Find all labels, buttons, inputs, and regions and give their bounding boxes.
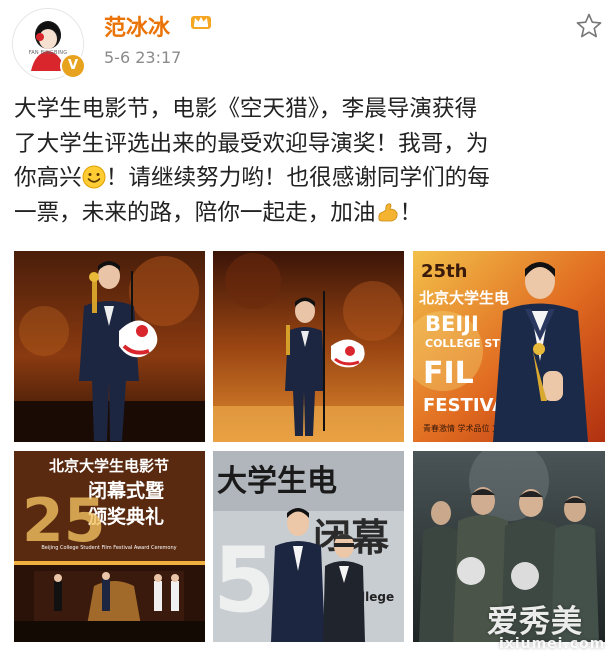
photo-5[interactable]: 大学生电 闭幕 5 llege — [213, 451, 404, 642]
text-line-1: 大学生电影节，电影《空天猎》，李晨导演获得 — [14, 96, 478, 122]
crown-icon — [191, 16, 211, 29]
backdrop-text-cn: 北京大学生电 — [419, 289, 509, 307]
backdrop-text-beiji: BEIJI — [425, 312, 479, 336]
text-line-5: 一票，未来的路，陪你一起走，加油 — [14, 199, 376, 226]
text-line-4: ！请继续努力哟！也很感谢同学们的每 — [105, 165, 490, 191]
photo-3[interactable]: 25th 北京大学生电 BEIJI COLLEGE STU FIL FESTIV… — [413, 251, 605, 442]
watermark-url: ixiumei.com — [499, 636, 606, 652]
backdrop-text-5: 5 — [213, 528, 276, 633]
backdrop-text-llege: llege — [361, 590, 394, 604]
star-outline-icon[interactable] — [575, 12, 603, 40]
verified-badge-icon: V — [60, 53, 86, 79]
backdrop-text-college: COLLEGE STU — [425, 337, 509, 350]
text-line-3: 你高兴 — [14, 165, 82, 191]
backdrop-text-festival: FESTIVA — [423, 395, 506, 416]
post-time: 5-6 23:17 — [104, 48, 182, 67]
watermark-logo-text: 爱秀美 — [487, 604, 583, 640]
backdrop-text-english: Beijing College Student Film Festival Aw… — [41, 545, 176, 551]
text-line-2: 了大学生评选出来的最受欢迎导演奖！我哥，为 — [14, 130, 489, 157]
backdrop-text-festival-cn: 北京大学生电影节 — [49, 457, 169, 475]
author-name[interactable]: 范冰冰 — [104, 10, 170, 42]
post-text: 大学生电影节，电影《空天猎》，李晨导演获得 了大学生评选出来的最受欢迎导演奖！我… — [14, 92, 606, 230]
photo-1[interactable] — [14, 251, 205, 442]
backdrop-text-film: FIL — [423, 356, 474, 391]
site-watermark: 爱秀美 ixiumei.com — [487, 596, 611, 658]
backdrop-text-25th: 25th — [421, 261, 467, 282]
smile-emoji-icon — [82, 165, 106, 189]
photo-2[interactable] — [213, 251, 404, 442]
flexed-biceps-emoji-icon — [377, 202, 398, 221]
photo-4[interactable]: 北京大学生电影节 闭幕式暨 颁奖典礼 25 Beijing College St… — [14, 451, 205, 642]
text-line-6: ！ — [399, 199, 423, 226]
backdrop-text-daxuesheng: 大学生电 — [217, 464, 337, 499]
